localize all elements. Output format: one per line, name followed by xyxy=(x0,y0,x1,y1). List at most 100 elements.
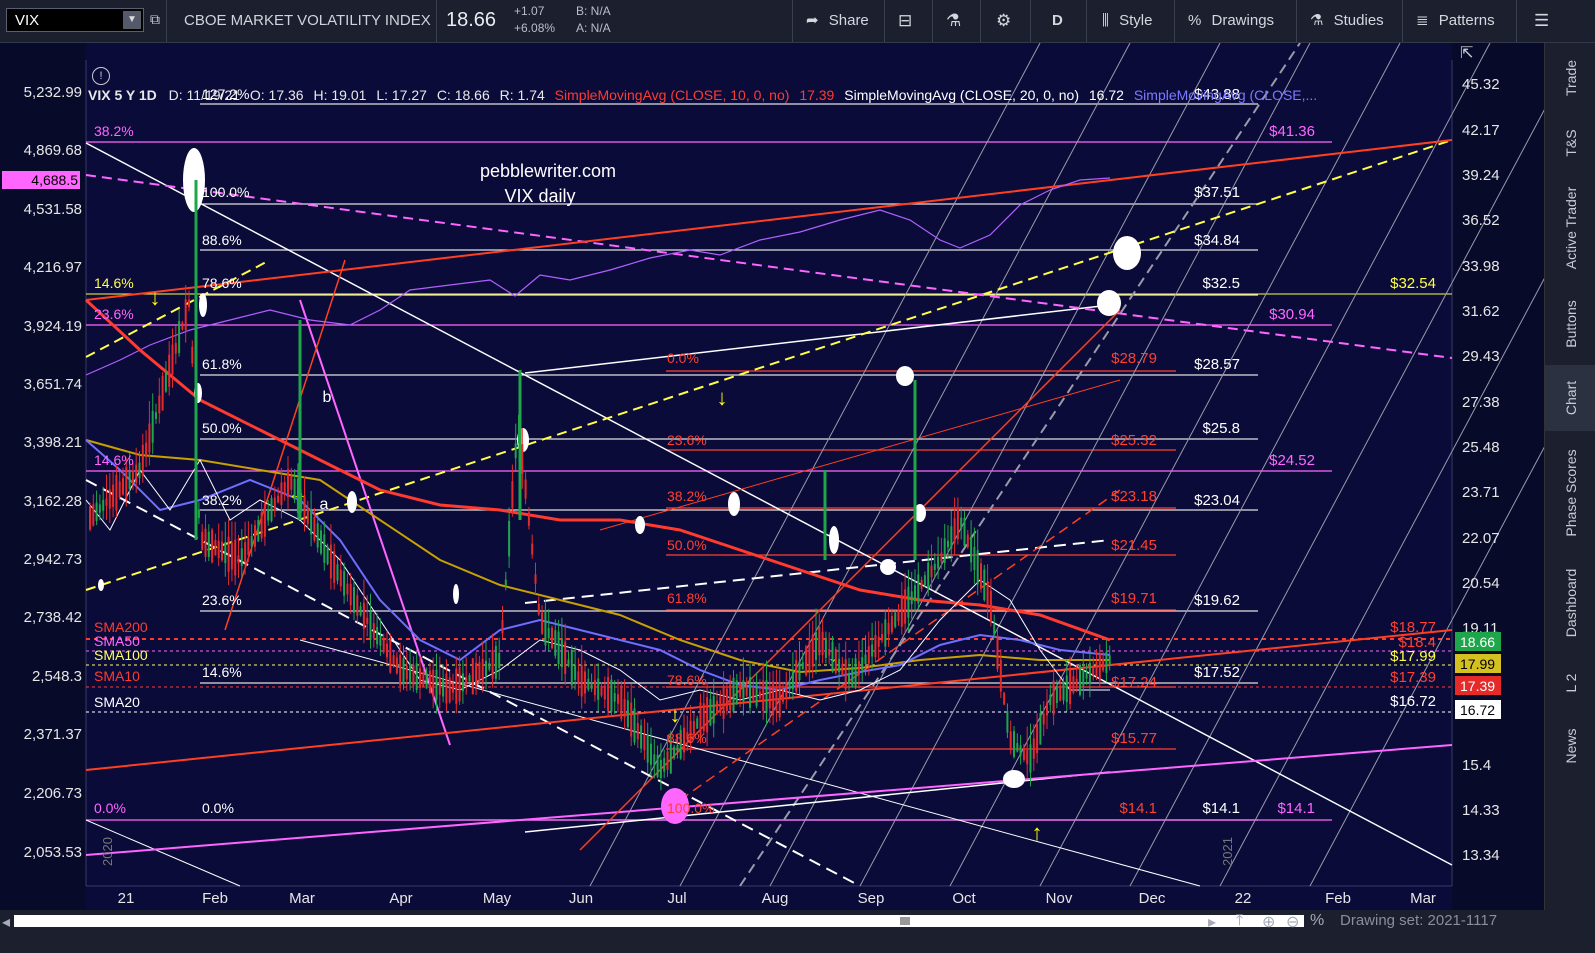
tab-label: L 2 xyxy=(1562,673,1579,693)
tab-chart[interactable]: Chart xyxy=(1545,365,1595,431)
zoom-in-icon[interactable]: ⊕ xyxy=(1262,912,1275,932)
candle-body xyxy=(1016,743,1019,752)
scroll-right-icon[interactable]: ▸ xyxy=(1208,912,1216,932)
tab-l2[interactable]: L 2 xyxy=(1545,653,1595,713)
candle-body xyxy=(191,346,194,364)
candle-body xyxy=(260,512,263,539)
chart-settings-button[interactable]: ⊟ xyxy=(898,8,912,34)
divider xyxy=(436,0,437,42)
info-icon[interactable]: ! xyxy=(92,67,110,85)
tab-ts[interactable]: T&S xyxy=(1545,115,1595,171)
style-button[interactable]: ⫼ Style xyxy=(1102,8,1152,34)
chart-scrollbar[interactable] xyxy=(14,915,1304,927)
candle-body xyxy=(755,682,758,707)
candle-body xyxy=(277,495,280,503)
menu-button[interactable]: ☰ xyxy=(1534,8,1549,34)
candle-body xyxy=(1032,738,1035,759)
divider xyxy=(792,0,793,42)
tab-dashboard[interactable]: Dashboard xyxy=(1545,555,1595,651)
candle-body xyxy=(917,574,920,604)
symbol-dropdown-icon[interactable]: ▼ xyxy=(123,11,141,29)
x-axis-tick: 22 xyxy=(1235,890,1252,907)
symbol-input[interactable]: VIX ▼ xyxy=(6,8,144,32)
candle-body xyxy=(290,475,293,490)
candle-body xyxy=(1095,661,1098,677)
collapse-icon[interactable]: ⇱ xyxy=(1460,43,1473,63)
candle-body xyxy=(890,616,893,633)
candle-body xyxy=(815,631,817,661)
collapse-icon[interactable]: ⤒ xyxy=(1236,912,1243,930)
candle-body xyxy=(425,672,428,689)
period-button[interactable]: D xyxy=(1052,8,1063,34)
candle-body xyxy=(966,534,969,548)
candle-body xyxy=(438,677,441,695)
fib-label-red: 0.0% xyxy=(667,350,699,366)
gear-icon: ⚙ xyxy=(996,11,1012,30)
candle-body xyxy=(923,575,926,586)
candle-body xyxy=(468,675,471,682)
candle-body xyxy=(907,586,910,618)
tab-buttons[interactable]: Buttons xyxy=(1545,285,1595,363)
level-label-magenta: $24.52 xyxy=(1269,452,1315,469)
candle-body xyxy=(356,595,359,616)
candle-body xyxy=(135,464,138,483)
candle-body xyxy=(640,725,643,749)
candle-body xyxy=(184,299,187,331)
candle-body xyxy=(415,663,418,691)
percent-icon[interactable]: % xyxy=(1310,912,1324,930)
candle-body xyxy=(181,322,184,330)
level-label-red: $19.71 xyxy=(1111,590,1157,607)
tab-active-trader[interactable]: Active Trader xyxy=(1545,173,1595,283)
right-axis-flag-label: 17.99 xyxy=(1460,656,1495,672)
studies-button[interactable]: ⚗ Studies xyxy=(1310,8,1384,34)
candle-body xyxy=(725,688,728,711)
sma-other-study[interactable]: SimpleMovingAvg (CLOSE,... xyxy=(1134,87,1317,103)
tab-news[interactable]: News xyxy=(1545,715,1595,777)
level-label-red: $18.4 xyxy=(1398,634,1436,651)
x-axis-tick: May xyxy=(483,890,512,907)
candle-body xyxy=(963,517,966,547)
price-chart[interactable]: ↓↓↓↓←↑ pebblewriter.comVIX daily127.2%10… xyxy=(0,43,1544,910)
scroll-left-icon[interactable]: ◂ xyxy=(2,912,10,932)
zoom-out-icon[interactable]: ⊖ xyxy=(1286,912,1299,932)
candle-body xyxy=(131,470,134,484)
candle-body xyxy=(303,495,306,523)
candle-body xyxy=(389,638,392,673)
candle-body xyxy=(570,649,573,686)
drawings-button[interactable]: % Drawings xyxy=(1188,8,1274,34)
candle-body xyxy=(950,526,953,549)
change-absolute: +1.07 xyxy=(514,4,545,18)
flask-button[interactable]: ⚗ xyxy=(946,8,961,34)
candle-body xyxy=(732,677,735,712)
left-axis-tick: 2,942.73 xyxy=(24,551,82,568)
candle-body xyxy=(702,703,705,732)
candle-body xyxy=(574,665,577,680)
drawing-set-selector[interactable]: Drawing set: 2021-1117 xyxy=(1340,912,1497,929)
sma10-study[interactable]: SimpleMovingAvg (CLOSE, 10, 0, no) xyxy=(555,87,790,103)
candle-body xyxy=(1075,678,1078,686)
candle-body xyxy=(485,660,487,676)
hamburger-icon: ☰ xyxy=(1534,11,1550,30)
settings-button[interactable]: ⚙ xyxy=(996,8,1011,34)
candle-body xyxy=(643,735,646,751)
bid-value: B: N/A xyxy=(576,4,611,18)
left-axis-tick: 3,162.28 xyxy=(24,493,82,510)
symbol-link-icon[interactable]: ⧉ xyxy=(150,11,160,28)
level-label-white: $19.62 xyxy=(1194,592,1240,609)
fib-label-magenta: 0.0% xyxy=(94,800,126,816)
candle-body xyxy=(323,534,326,563)
sma20-study[interactable]: SimpleMovingAvg (CLOSE, 20, 0, no) xyxy=(844,87,1079,103)
tab-phase-scores[interactable]: Phase Scores xyxy=(1545,433,1595,553)
candle-body xyxy=(709,699,712,726)
candle-body xyxy=(927,562,930,589)
scroll-thumb[interactable] xyxy=(900,917,910,925)
level-label-red: $15.77 xyxy=(1111,730,1157,747)
divider xyxy=(1516,0,1517,42)
patterns-button[interactable]: ≣ Patterns xyxy=(1416,8,1495,34)
tab-trade[interactable]: Trade xyxy=(1545,43,1595,113)
candle-body xyxy=(659,759,662,778)
chart-area[interactable]: ↓↓↓↓←↑ pebblewriter.comVIX daily127.2%10… xyxy=(0,43,1544,910)
level-label-white: $32.5 xyxy=(1202,275,1240,292)
share-button[interactable]: ➦ Share xyxy=(806,8,869,34)
candle-body xyxy=(838,658,841,673)
